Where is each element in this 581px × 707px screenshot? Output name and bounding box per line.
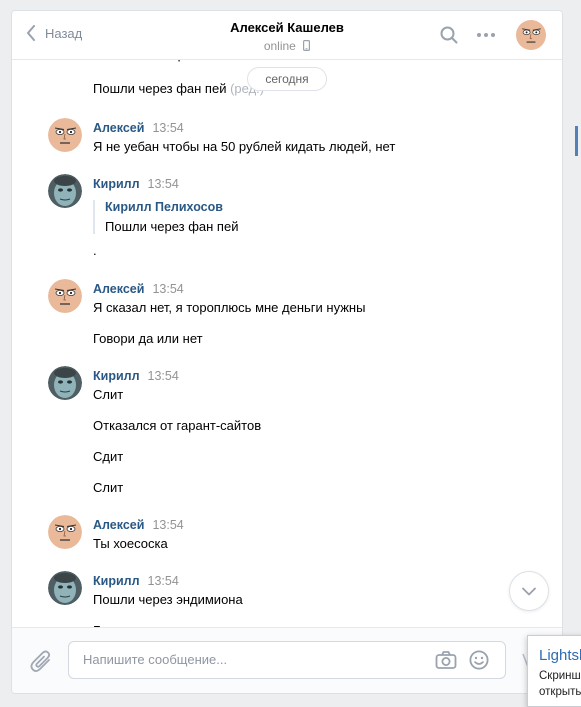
search-icon[interactable] — [440, 26, 458, 47]
notification-line: открыть — [539, 686, 581, 698]
message-time: 13:54 — [147, 574, 179, 588]
more-icon[interactable] — [476, 26, 496, 47]
message-time: 13:54 — [152, 518, 184, 532]
message-input-box[interactable] — [68, 641, 506, 679]
message-text: Пошли через фан пей (ред.) — [93, 81, 264, 96]
scroll-down-button[interactable] — [509, 571, 549, 611]
sender-name: Алексей — [93, 121, 145, 135]
message-text: . — [93, 243, 97, 258]
message-time: 13:54 — [147, 369, 179, 383]
message-text: Слит — [93, 480, 124, 495]
message-time: 13:54 — [152, 121, 184, 135]
chat-title: Алексей Кашелев — [230, 20, 344, 35]
message-text: Я сказал нет, я тороплюсь мне деньги нуж… — [93, 300, 366, 315]
sender-name: Алексей — [93, 518, 145, 532]
message-text: Сдит — [93, 449, 124, 464]
message-text: Пошли через эндимиона — [93, 592, 243, 607]
avatar[interactable] — [48, 174, 82, 208]
avatar[interactable] — [48, 571, 82, 605]
message-sender[interactable]: Кирилл 13:54 — [93, 177, 179, 191]
message-body: Пошли через фан пей — [93, 81, 227, 96]
emoji-icon[interactable] — [469, 650, 489, 673]
chevron-left-icon — [27, 25, 35, 41]
message-sender[interactable]: Алексей 13:54 — [93, 282, 184, 296]
chat-header: Назад Алексей Кашелев online — [12, 11, 562, 60]
message-text: Слит — [93, 387, 124, 402]
sender-name: Алексей — [93, 282, 145, 296]
quote-author[interactable]: Кирилл Пелихосов — [105, 200, 238, 214]
lightshot-notification[interactable]: Lightshot Скриншот открыть — [527, 635, 581, 707]
online-status: online — [162, 39, 412, 53]
avatar[interactable] — [48, 515, 82, 549]
mobile-phone-icon — [303, 40, 311, 52]
avatar[interactable] — [48, 279, 82, 313]
message-time: 13:54 — [147, 177, 179, 191]
chevron-down-icon — [522, 587, 536, 595]
sender-name: Кирилл — [93, 369, 140, 383]
message-text: Отказался от гарант-сайтов — [93, 418, 262, 433]
quote-text: Пошли через фан пей — [105, 219, 239, 234]
sender-name: Кирилл — [93, 177, 140, 191]
message-sender[interactable]: Алексей 13:54 — [93, 518, 184, 532]
message-text: Я не уебан чтобы на 50 рублей кидать люд… — [93, 139, 396, 154]
avatar[interactable] — [48, 118, 82, 152]
header-avatar[interactable] — [516, 20, 546, 53]
chat-title-block[interactable]: Алексей Кашелев online — [162, 20, 412, 53]
notification-title: Lightshot — [539, 647, 581, 664]
online-status-text: online — [263, 39, 296, 53]
notification-text: Скриншот открыть — [539, 668, 581, 700]
chat-panel: Назад Алексей Кашелев online сегодня Пош… — [11, 10, 563, 694]
avatar[interactable] — [48, 366, 82, 400]
scroll-indicator — [575, 126, 578, 156]
attach-icon[interactable] — [30, 649, 52, 676]
message-sender[interactable]: Алексей 13:54 — [93, 121, 184, 135]
message-input[interactable] — [81, 651, 425, 668]
message-composer — [12, 627, 562, 693]
notification-line: Скриншот — [539, 670, 581, 682]
date-separator: сегодня — [247, 67, 327, 91]
message-sender[interactable]: Кирилл 13:54 — [93, 369, 179, 383]
message-text: Говори да или нет — [93, 331, 203, 346]
back-button[interactable]: Назад — [26, 25, 82, 41]
forwarded-quote[interactable]: Кирилл Пелихосов Пошли через фан пей — [93, 200, 238, 234]
message-sender[interactable]: Кирилл 13:54 — [93, 574, 179, 588]
camera-icon[interactable] — [435, 650, 457, 673]
message-time: 13:54 — [152, 282, 184, 296]
back-label: Назад — [45, 25, 83, 41]
sender-name: Кирилл — [93, 574, 140, 588]
message-text: Ты хоесоска — [93, 536, 168, 551]
